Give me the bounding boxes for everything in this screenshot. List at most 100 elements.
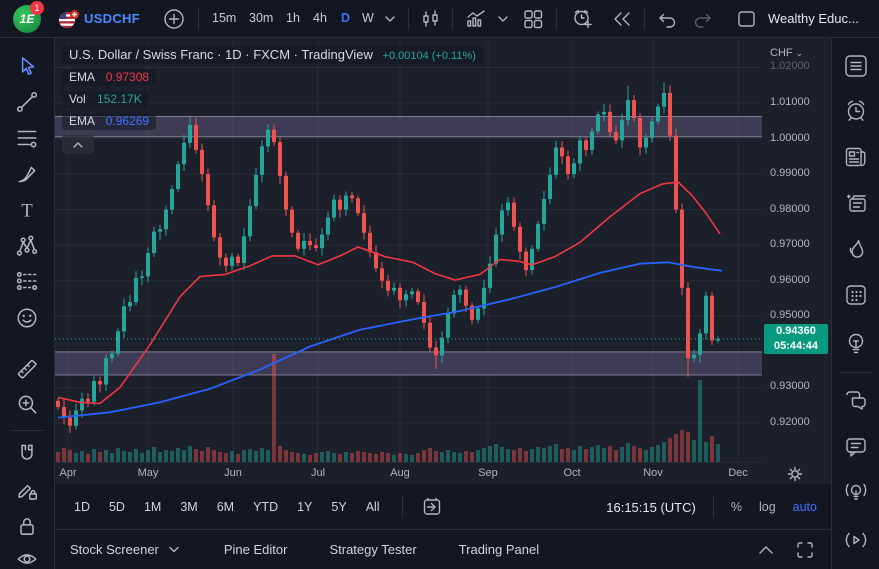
time-axis-label: Dec (728, 467, 748, 479)
legend-ema-blue-row[interactable]: EMA 0.96269 (62, 113, 157, 130)
svg-text:T: T (21, 201, 33, 222)
range-ytd[interactable]: YTD (253, 500, 278, 514)
tab-stock-screener[interactable]: Stock Screener (70, 542, 182, 557)
brush-tool-icon[interactable] (15, 162, 39, 186)
indicators-menu-chevron-icon[interactable] (496, 13, 510, 25)
log-scale-button[interactable]: log (759, 500, 776, 514)
cursor-tool-icon[interactable] (15, 54, 39, 78)
account-name[interactable]: Wealthy Educ... (768, 11, 859, 26)
save-layout-icon[interactable] (736, 9, 758, 29)
timeframe-1d[interactable]: D (341, 11, 350, 25)
layout-grid-icon[interactable] (522, 8, 544, 30)
drawing-toolbar: T (0, 38, 55, 569)
range-1d[interactable]: 1D (74, 500, 90, 514)
price-axis-label: 0.95000 (770, 309, 810, 322)
axis-settings-icon[interactable] (786, 465, 804, 483)
legend-volume-row[interactable]: Vol 152.17K (62, 91, 149, 108)
price-axis-label: 0.97000 (770, 238, 810, 251)
time-axis-label: Aug (390, 467, 410, 479)
lock-drawings-icon[interactable] (15, 514, 39, 538)
compare-add-icon[interactable] (163, 8, 185, 30)
fullscreen-icon[interactable] (795, 540, 815, 560)
timeframe-menu-chevron-icon[interactable] (383, 13, 397, 25)
indicators-icon[interactable] (464, 8, 488, 30)
time-axis[interactable]: Apr May Jun Jul Aug Sep Oct Nov Dec (55, 462, 762, 484)
panel-expand-icon[interactable] (755, 541, 777, 559)
time-axis-label: Jun (224, 467, 242, 479)
tab-strategy-tester[interactable]: Strategy Tester (329, 542, 416, 557)
public-chats-icon[interactable] (842, 386, 870, 414)
range-5d[interactable]: 5D (109, 500, 125, 514)
auto-scale-button[interactable]: auto (793, 500, 817, 514)
time-axis-label: Nov (643, 467, 663, 479)
calendar-icon[interactable] (842, 281, 870, 309)
time-axis-label: Jul (310, 467, 326, 479)
percent-scale-button[interactable]: % (731, 500, 742, 514)
price-change: +0.00104 (+0.11%) (382, 50, 476, 62)
bottom-panel: Stock Screener Pine Editor Strategy Test… (55, 530, 831, 569)
alerts-icon[interactable] (842, 97, 870, 125)
text-tool-icon[interactable]: T (15, 198, 39, 222)
price-axis-label: 0.98000 (770, 202, 810, 215)
top-toolbar: 1E 1 USDCHF 15m 30m 1h 4h D W Wealthy Ed… (0, 0, 879, 38)
live-streams-icon[interactable] (842, 526, 870, 554)
time-axis-label: Apr (59, 467, 77, 479)
emoji-tool-icon[interactable] (15, 306, 39, 330)
price-axis-label: 0.93000 (770, 380, 810, 393)
news-icon[interactable] (842, 143, 870, 171)
go-to-date-button[interactable] (401, 495, 443, 518)
hide-drawings-eye-icon[interactable] (15, 547, 39, 569)
volume-label: Vol (69, 92, 86, 106)
legend-collapse-button[interactable] (62, 135, 94, 154)
clock-utc[interactable]: 16:15:15 (UTC) (606, 500, 696, 515)
ema-red-value: 0.97308 (105, 70, 150, 84)
bar-replay-icon[interactable] (610, 9, 634, 29)
chart-legend: U.S. Dollar / Swiss Franc · 1D · FXCM · … (62, 46, 483, 154)
private-chats-icon[interactable] (842, 433, 870, 461)
legend-title-row[interactable]: U.S. Dollar / Swiss Franc · 1D · FXCM · … (62, 46, 483, 64)
undo-icon[interactable] (656, 9, 678, 29)
xabcd-pattern-tool-icon[interactable] (15, 234, 39, 258)
stay-drawing-mode-icon[interactable] (15, 478, 39, 502)
trend-line-tool-icon[interactable] (15, 90, 39, 114)
fib-retracement-tool-icon[interactable] (15, 126, 39, 150)
range-1m[interactable]: 1M (144, 500, 161, 514)
volume-value: 152.17K (97, 92, 142, 106)
price-axis-label: 1.01000 (770, 96, 810, 108)
measure-ruler-icon[interactable] (15, 357, 39, 381)
last-price-value: 0.94360 (776, 325, 816, 338)
symbol-button[interactable]: USDCHF (84, 11, 140, 26)
currency-scale-button[interactable]: CHF ⌄ (770, 47, 803, 59)
tab-pine-editor[interactable]: Pine Editor (224, 542, 288, 557)
legend-ema-red-row[interactable]: EMA 0.97308 (62, 69, 157, 86)
time-axis-label: Oct (563, 467, 581, 479)
ema-label: EMA (69, 70, 95, 84)
range-1y[interactable]: 1Y (297, 500, 312, 514)
forecast-tool-icon[interactable] (15, 269, 39, 293)
hotlists-flame-icon[interactable] (842, 236, 870, 264)
time-axis-label: Sep (478, 467, 498, 479)
range-all[interactable]: All (366, 500, 380, 514)
range-3m[interactable]: 3M (180, 500, 197, 514)
chart-style-icon[interactable] (420, 8, 442, 30)
watchlist-icon[interactable] (842, 52, 870, 80)
bar-countdown: 05:44:44 (773, 340, 819, 353)
range-6m[interactable]: 6M (217, 500, 234, 514)
redo-icon[interactable] (692, 9, 714, 29)
last-price-badge: 0.94360 05:44:44 (764, 324, 828, 355)
ideas-bulb-icon[interactable] (842, 330, 870, 358)
alert-add-icon[interactable] (571, 8, 595, 30)
ideas-stream-icon[interactable] (842, 478, 870, 506)
text-notes-icon[interactable] (842, 189, 870, 217)
zoom-in-icon[interactable] (15, 392, 39, 416)
timeframe-4h[interactable]: 4h (313, 11, 327, 25)
timeframe-1w[interactable]: W (362, 11, 374, 25)
timeframe-30m[interactable]: 30m (249, 11, 273, 25)
magnet-mode-icon[interactable] (15, 441, 39, 465)
range-5y[interactable]: 5Y (331, 500, 346, 514)
timeframe-1h[interactable]: 1h (286, 11, 300, 25)
timeframe-15m[interactable]: 15m (212, 11, 236, 25)
price-axis-label: 0.96000 (770, 273, 810, 286)
tab-trading-panel[interactable]: Trading Panel (459, 542, 539, 557)
price-axis-label: 0.99000 (770, 167, 810, 180)
